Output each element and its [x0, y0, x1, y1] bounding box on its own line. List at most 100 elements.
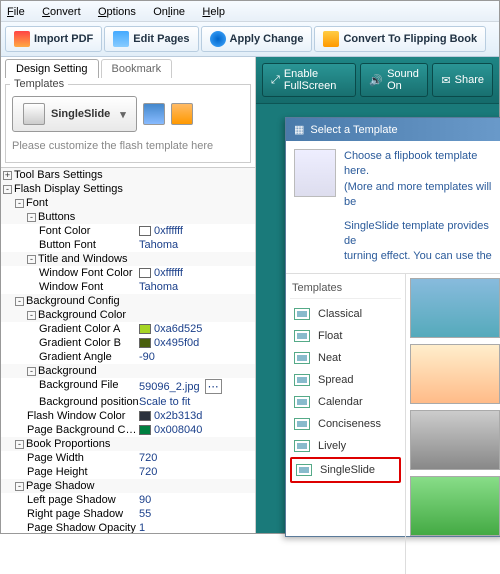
templates-legend: Templates [10, 78, 68, 90]
val-grad-angle[interactable]: -90 [139, 351, 253, 363]
collapse-icon[interactable]: - [27, 255, 36, 264]
collapse-icon[interactable]: - [15, 440, 24, 449]
val-page-bg[interactable]: 0x008040 [139, 424, 253, 436]
swatch-icon [139, 324, 151, 334]
prop-grad-b: Gradient Color B [3, 337, 139, 349]
tab-design-setting[interactable]: Design Setting [5, 59, 99, 78]
val-grad-b[interactable]: 0x495f0d [139, 337, 253, 349]
export-template-icon[interactable] [171, 103, 193, 125]
collapse-icon[interactable]: - [15, 297, 24, 306]
collapse-icon[interactable]: - [15, 199, 24, 208]
preview-toolbar: ⤢Enable FullScreen 🔊Sound On ✉Share [256, 57, 499, 104]
tree-flash[interactable]: Flash Display Settings [14, 183, 123, 195]
tree-bg[interactable]: Background [38, 365, 97, 377]
tree-bgconfig[interactable]: Background Config [26, 295, 120, 307]
collapse-icon[interactable]: - [27, 213, 36, 222]
template-item-classical[interactable]: Classical [290, 303, 401, 325]
template-dialog-icon: ▦ [294, 123, 304, 136]
fullscreen-button[interactable]: ⤢Enable FullScreen [262, 63, 356, 97]
template-icon [294, 352, 310, 364]
template-icon [294, 440, 310, 452]
template-item-singleslide[interactable]: SingleSlide [290, 457, 401, 483]
settings-tree: +Tool Bars Settings -Flash Display Setti… [1, 167, 255, 533]
swatch-icon [139, 226, 151, 236]
val-font-color[interactable]: 0xffffff [139, 225, 253, 237]
collapse-icon[interactable]: - [3, 185, 12, 194]
save-template-icon[interactable] [143, 103, 165, 125]
val-bg-file[interactable]: 59096_2.jpg⋯ [139, 379, 253, 394]
template-item-conciseness[interactable]: Conciseness [290, 413, 401, 435]
swatch-icon [139, 425, 151, 435]
template-selector-button[interactable]: SingleSlide ▾ [12, 96, 137, 132]
collapse-icon[interactable]: - [27, 311, 36, 320]
refresh-icon [210, 31, 226, 47]
expand-icon[interactable]: + [3, 171, 12, 180]
edit-pages-button[interactable]: Edit Pages [104, 26, 198, 52]
import-pdf-button[interactable]: Import PDF [5, 26, 102, 52]
template-icon [294, 374, 310, 386]
mail-icon: ✉ [441, 74, 450, 87]
menu-online[interactable]: Online [153, 6, 185, 18]
template-icon [294, 330, 310, 342]
browse-icon[interactable]: ⋯ [205, 379, 222, 394]
template-item-spread[interactable]: Spread [290, 369, 401, 391]
template-item-neat[interactable]: Neat [290, 347, 401, 369]
val-left-sh[interactable]: 90 [139, 494, 253, 506]
template-item-calendar[interactable]: Calendar [290, 391, 401, 413]
val-button-font[interactable]: Tahoma [139, 239, 253, 251]
tree-toolbars[interactable]: Tool Bars Settings [14, 169, 103, 181]
menu-options[interactable]: Options [98, 6, 136, 18]
menu-convert[interactable]: Convert [42, 6, 81, 18]
preview-thumb[interactable] [410, 344, 500, 404]
preview-thumb[interactable] [410, 278, 500, 338]
dialog-title: Select a Template [310, 124, 397, 136]
val-page-sho[interactable]: 1 [139, 522, 253, 533]
tree-pageshadow[interactable]: Page Shadow [26, 480, 95, 492]
prop-flash-win: Flash Window Color [3, 410, 139, 422]
val-page-w[interactable]: 720 [139, 452, 253, 464]
templates-group: Templates SingleSlide ▾ Please customize… [5, 78, 251, 163]
collapse-icon[interactable]: - [15, 482, 24, 491]
tree-bgcolor[interactable]: Background Color [38, 309, 126, 321]
menubar: FFileile Convert Options Online Help [1, 1, 499, 22]
val-right-sh[interactable]: 55 [139, 508, 253, 520]
val-page-h[interactable]: 720 [139, 466, 253, 478]
tree-font[interactable]: Font [26, 197, 48, 209]
val-flash-win[interactable]: 0x2b313d [139, 410, 253, 422]
template-item-lively[interactable]: Lively [290, 435, 401, 457]
template-list: Templates Classical Float Neat Spread Ca… [286, 274, 406, 574]
prop-bg-pos: Background position [3, 396, 139, 408]
sound-button[interactable]: 🔊Sound On [360, 63, 428, 97]
share-button[interactable]: ✉Share [432, 63, 493, 97]
prop-grad-a: Gradient Color A [3, 323, 139, 335]
template-name-label: SingleSlide [51, 108, 110, 120]
val-bg-pos[interactable]: Scale to fit [139, 396, 253, 408]
prop-button-font: Button Font [3, 239, 139, 251]
prop-bg-file: Background File [3, 379, 139, 394]
val-win-font-color[interactable]: 0xffffff [139, 267, 253, 279]
apply-change-button[interactable]: Apply Change [201, 26, 313, 52]
prop-font-color: Font Color [3, 225, 139, 237]
main-toolbar: Import PDF Edit Pages Apply Change Conve… [1, 22, 499, 57]
menu-help[interactable]: Help [202, 6, 225, 18]
swatch-icon [139, 338, 151, 348]
swatch-icon [139, 268, 151, 278]
collapse-icon[interactable]: - [27, 367, 36, 376]
tree-titlewin[interactable]: Title and Windows [38, 253, 127, 265]
val-grad-a[interactable]: 0xa6d525 [139, 323, 253, 335]
menu-file[interactable]: FFileile [7, 6, 25, 18]
convert-button[interactable]: Convert To Flipping Book [314, 26, 486, 52]
preview-thumb[interactable] [410, 410, 500, 470]
preview-thumb[interactable] [410, 476, 500, 536]
dialog-title-bar[interactable]: ▦ Select a Template [286, 118, 500, 141]
template-item-float[interactable]: Float [290, 325, 401, 347]
tree-bookprop[interactable]: Book Proportions [26, 438, 110, 450]
left-panel: Design Setting Bookmark Templates Single… [1, 57, 256, 533]
val-win-font[interactable]: Tahoma [139, 281, 253, 293]
tree-buttons[interactable]: Buttons [38, 211, 75, 223]
tab-bookmark[interactable]: Bookmark [101, 59, 173, 78]
swatch-icon [139, 411, 151, 421]
prop-win-font-color: Window Font Color [3, 267, 139, 279]
template-icon [23, 103, 45, 125]
edit-icon [113, 31, 129, 47]
